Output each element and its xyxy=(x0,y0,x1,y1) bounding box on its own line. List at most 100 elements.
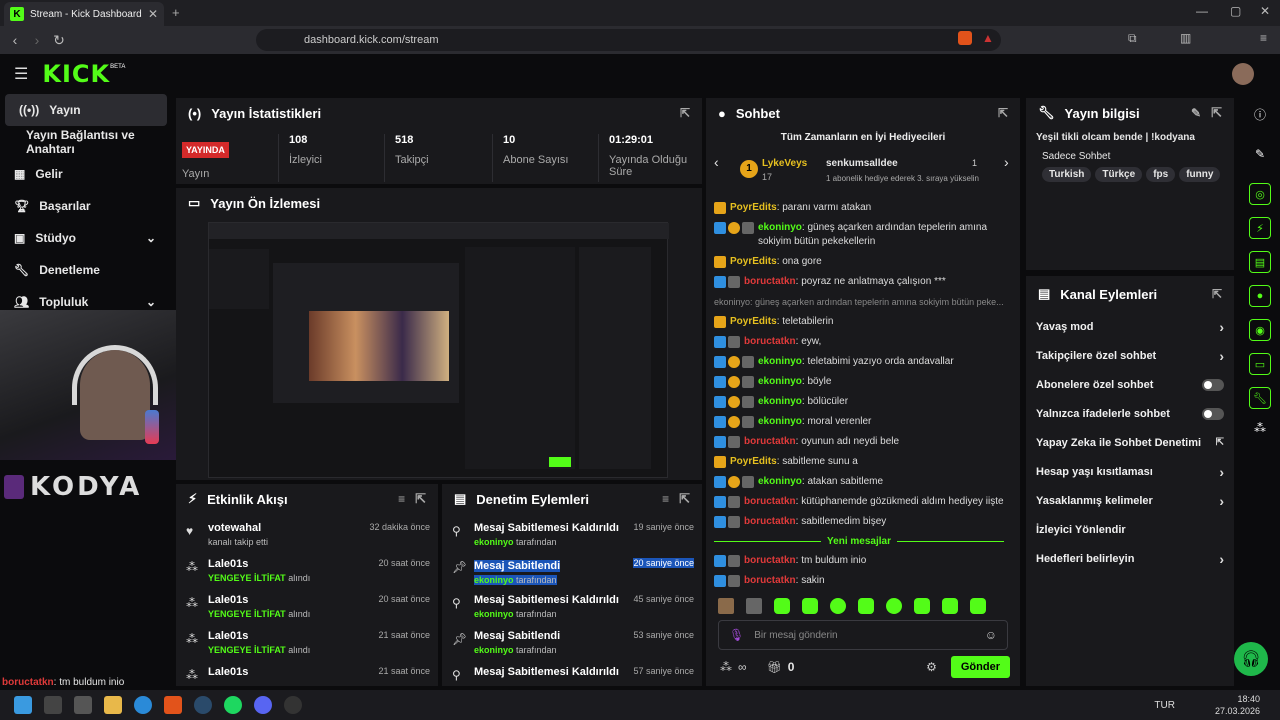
sidebar-toggle-icon[interactable]: ▥ xyxy=(1180,31,1191,45)
rail-broadcast-button[interactable]: ◉ xyxy=(1249,319,1271,341)
brave-icon[interactable] xyxy=(164,696,182,714)
gifters-next-icon[interactable]: › xyxy=(1004,154,1009,170)
chat-username[interactable]: boructatkn xyxy=(744,575,796,586)
channel-action-followers-only[interactable]: Takipçilere özel sohbet › xyxy=(1026,341,1234,370)
filter-icon[interactable]: ≡ xyxy=(398,492,405,506)
spotify-icon[interactable] xyxy=(224,696,242,714)
windows-start-icon[interactable] xyxy=(14,696,32,714)
popout-icon[interactable]: ⇱ xyxy=(998,106,1008,120)
tray-lang[interactable]: TUR xyxy=(1154,700,1175,711)
microphone-icon[interactable]: 🎙︎ xyxy=(729,628,744,642)
rail-modlog-button[interactable]: ▤ xyxy=(1249,251,1271,273)
tray-clock[interactable]: 18:40 27.03.2026 xyxy=(1215,693,1260,717)
steam-icon[interactable] xyxy=(194,696,212,714)
edit-icon[interactable]: ✎ xyxy=(1191,106,1201,120)
rail-info-button[interactable]: ▭ xyxy=(1249,353,1271,375)
chat-username[interactable]: boructatkn xyxy=(744,276,796,287)
file-explorer-icon[interactable] xyxy=(104,696,122,714)
new-tab-icon[interactable]: + xyxy=(172,5,180,20)
hamburger-menu-icon[interactable]: ☰ xyxy=(14,64,28,84)
reload-icon[interactable]: ↻ xyxy=(48,32,70,49)
chat-username[interactable]: ekoninyo xyxy=(758,476,802,487)
user-avatar[interactable] xyxy=(1232,63,1254,85)
chat-username[interactable]: boructatkn xyxy=(744,496,796,507)
brave-shield-icon[interactable] xyxy=(958,31,972,45)
search-icon[interactable] xyxy=(44,696,62,714)
pencil-icon[interactable]: ✎ xyxy=(1240,147,1280,161)
emote-icon[interactable] xyxy=(942,598,958,614)
chat-input[interactable]: 🎙︎ Bir mesaj gönderin ☺ xyxy=(718,620,1008,650)
obs-icon[interactable] xyxy=(284,696,302,714)
emote-icon[interactable] xyxy=(774,598,790,614)
emote-only-toggle[interactable] xyxy=(1202,407,1224,420)
rail-activity-button[interactable]: ⚡︎ xyxy=(1249,217,1271,239)
chat-username[interactable]: boructatkn xyxy=(744,436,796,447)
emote-icon[interactable] xyxy=(970,598,986,614)
filter-icon[interactable]: ≡ xyxy=(662,492,669,506)
channel-action-slow-mode[interactable]: Yavaş mod › xyxy=(1026,312,1234,341)
emoji-icon[interactable]: ☺ xyxy=(985,628,997,642)
chat-username[interactable]: PoyrEdits xyxy=(730,256,777,267)
channel-action-ai-moderation[interactable]: Yapay Zeka ile Sohbet Denetimi ⇱ xyxy=(1026,428,1234,457)
points-icon[interactable]: ⁂ xyxy=(720,660,732,674)
extensions-icon[interactable]: ⧉ xyxy=(1128,31,1137,46)
forward-icon[interactable]: › xyxy=(26,32,48,48)
channel-action-banned-words[interactable]: Yasaklanmış kelimeler › xyxy=(1026,486,1234,515)
chat-username[interactable]: PoyrEdits xyxy=(730,202,777,213)
task-view-icon[interactable] xyxy=(74,696,92,714)
chat-username[interactable]: PoyrEdits xyxy=(730,456,777,467)
chat-username[interactable]: ekoninyo xyxy=(758,396,802,407)
emote-icon[interactable] xyxy=(746,598,762,614)
url-field[interactable]: dashboard.kick.com/stream xyxy=(256,29,1001,51)
chat-username[interactable]: boructatkn xyxy=(744,555,796,566)
discord-icon[interactable] xyxy=(254,696,272,714)
popout-icon[interactable]: ⇱ xyxy=(679,491,690,507)
sidebar-item-gelir[interactable]: ▦ Gelir xyxy=(0,158,172,190)
emote-icon[interactable] xyxy=(718,598,734,614)
back-icon[interactable]: ‹ xyxy=(4,32,26,48)
sidebar-item-studyo[interactable]: ▣ Stüdyo ⌄ xyxy=(0,222,172,254)
maximize-icon[interactable]: ▢ xyxy=(1230,4,1241,18)
new-messages-divider[interactable]: Yeni mesajlar xyxy=(706,532,1012,551)
sidebar-item-basarilar[interactable]: 🏆︎ Başarılar xyxy=(0,190,172,222)
popout-icon[interactable]: ⇱ xyxy=(415,491,426,507)
info-icon[interactable]: ⓘ xyxy=(1240,106,1280,123)
tab-close-icon[interactable]: ✕ xyxy=(148,7,158,21)
help-button[interactable]: 🎧︎ xyxy=(1234,642,1268,676)
rail-more-icon[interactable]: ⁂ xyxy=(1240,421,1280,435)
chat-username[interactable]: PoyrEdits xyxy=(730,316,777,327)
chat-username[interactable]: ekoninyo xyxy=(758,356,802,367)
gift-icon[interactable]: 🎁︎ xyxy=(767,660,782,674)
sidebar-item-denetleme[interactable]: 🔧︎ Denetleme xyxy=(0,254,172,286)
chat-username[interactable]: ekoninyo xyxy=(758,416,802,427)
edge-icon[interactable] xyxy=(134,696,152,714)
preview-video[interactable] xyxy=(208,222,669,478)
channel-action-raid[interactable]: İzleyici Yönlendir xyxy=(1026,515,1234,544)
settings-icon[interactable]: ⚙ xyxy=(926,660,937,674)
channel-action-goals[interactable]: Hedefleri belirleyin › xyxy=(1026,544,1234,573)
emote-icon[interactable] xyxy=(830,598,846,614)
brave-rewards-icon[interactable]: ▲ xyxy=(982,31,994,45)
browser-menu-icon[interactable]: ≡ xyxy=(1260,31,1267,45)
sidebar-item-stream-key[interactable]: Yayın Bağlantısı ve Anahtarı xyxy=(0,126,172,158)
subscribers-only-toggle[interactable] xyxy=(1202,378,1224,391)
send-button[interactable]: Gönder xyxy=(950,656,1010,678)
chat-username[interactable]: boructatkn xyxy=(744,336,796,347)
minimize-icon[interactable]: — xyxy=(1196,4,1208,18)
emote-icon[interactable] xyxy=(802,598,818,614)
chat-username[interactable]: boructatkn xyxy=(744,516,796,527)
window-close-icon[interactable]: ✕ xyxy=(1260,4,1270,18)
gifters-prev-icon[interactable]: ‹ xyxy=(714,154,719,170)
popout-icon[interactable]: ⇱ xyxy=(1212,287,1222,301)
sidebar-item-yayin[interactable]: ((•)) Yayın xyxy=(5,94,167,126)
rail-stats-button[interactable]: ◎ xyxy=(1249,183,1271,205)
emote-icon[interactable] xyxy=(886,598,902,614)
popout-icon[interactable]: ⇱ xyxy=(1211,105,1222,121)
rail-tools-button[interactable]: 🔧︎ xyxy=(1249,387,1271,409)
chat-username[interactable]: ekoninyo xyxy=(758,376,802,387)
rail-chat-button[interactable]: ● xyxy=(1249,285,1271,307)
chat-username[interactable]: ekoninyo xyxy=(758,222,802,233)
browser-tab[interactable]: K Stream - Kick Dashboard ✕ xyxy=(4,2,164,26)
channel-action-account-age[interactable]: Hesap yaşı kısıtlaması › xyxy=(1026,457,1234,486)
kick-logo[interactable]: KICK xyxy=(42,60,110,88)
